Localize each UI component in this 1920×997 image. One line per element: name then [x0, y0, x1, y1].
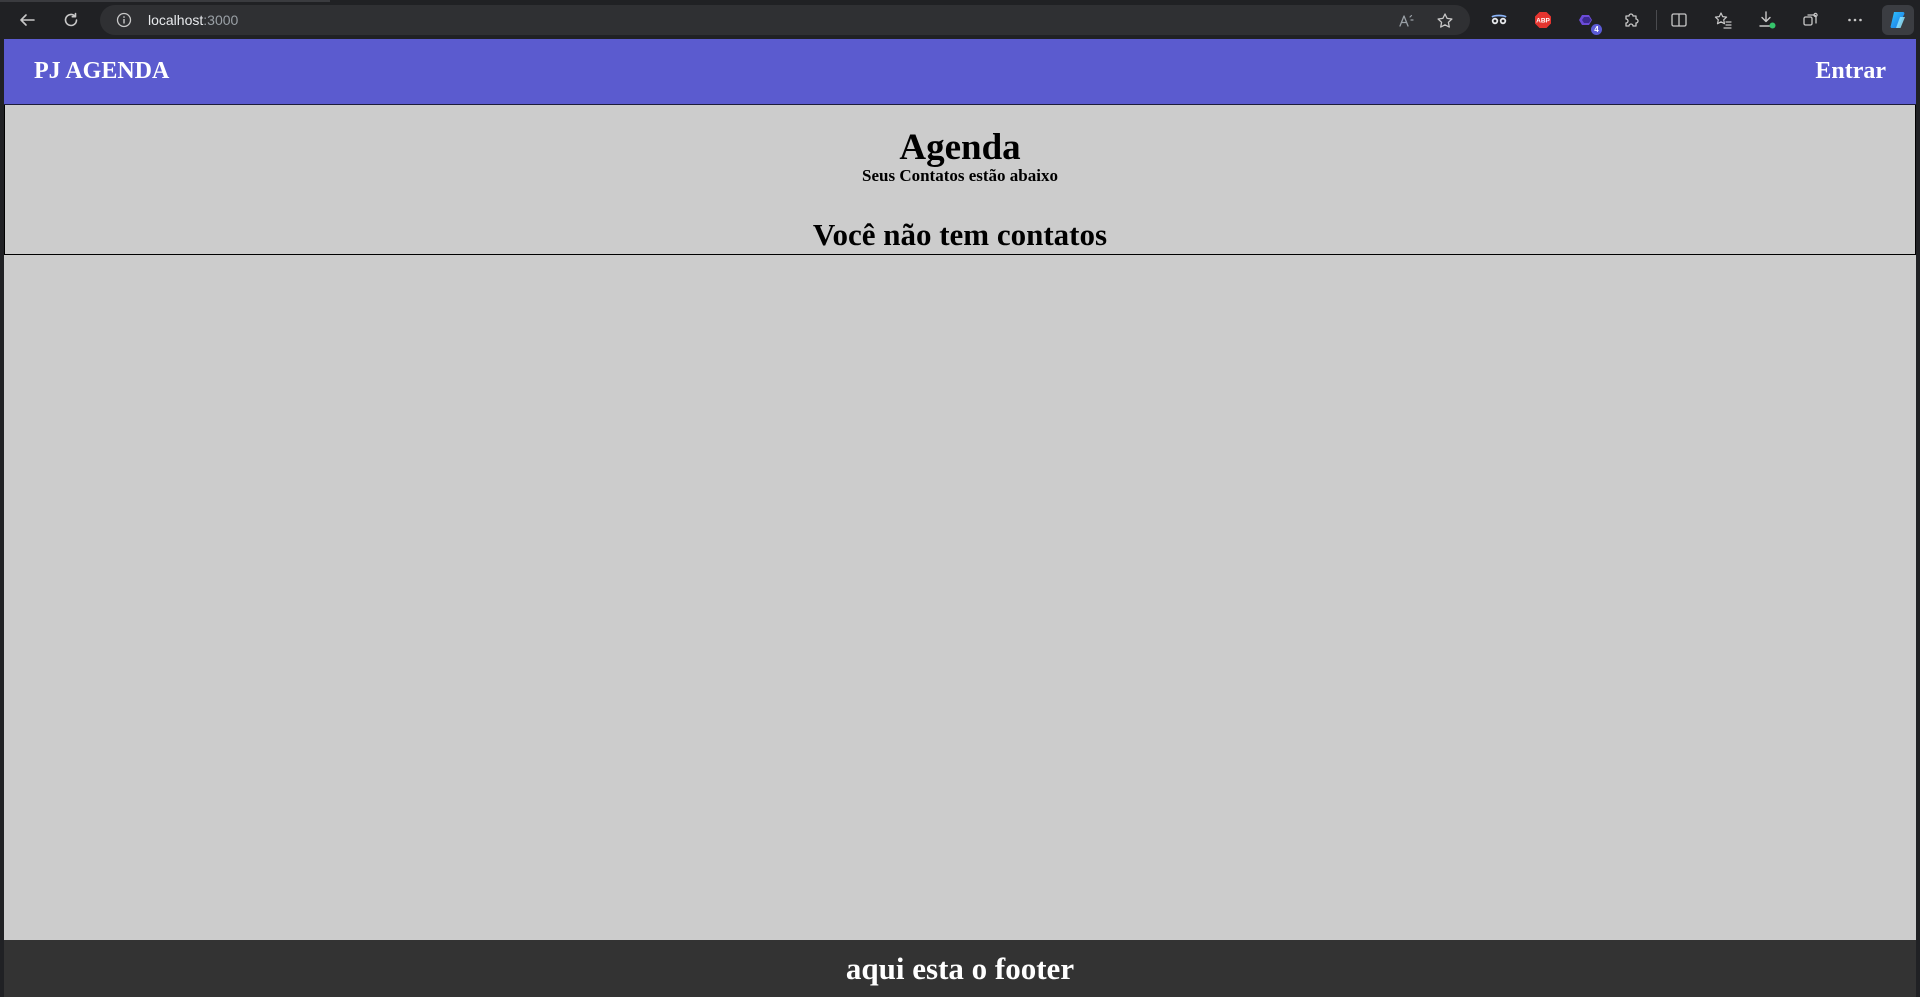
agenda-section: Agenda Seus Contatos estão abaixo Você n…	[4, 105, 1916, 255]
add-favorite-button[interactable]	[1434, 10, 1456, 32]
info-icon[interactable]	[116, 12, 132, 28]
adblock-plus-button[interactable]: ABP	[1531, 8, 1555, 32]
collections-button[interactable]	[1799, 8, 1823, 32]
page-viewport: PJ AGENDA Entrar Agenda Seus Contatos es…	[4, 39, 1916, 997]
brand-title[interactable]: PJ AGENDA	[34, 58, 169, 85]
extensions-button[interactable]	[1619, 8, 1643, 32]
back-arrow-icon	[20, 14, 35, 26]
active-tab-indicator	[0, 0, 330, 2]
empty-contacts-message: Você não tem contatos	[812, 217, 1108, 252]
split-screen-button[interactable]	[1667, 8, 1691, 32]
downloads-button[interactable]	[1755, 8, 1779, 32]
login-link[interactable]: Entrar	[1815, 58, 1886, 85]
glasses-extension-button[interactable]	[1487, 8, 1511, 32]
adblock-plus-icon: ABP	[1535, 12, 1551, 28]
download-icon	[1759, 11, 1776, 29]
reload-button[interactable]	[58, 7, 84, 33]
collections-icon	[1803, 12, 1818, 26]
star-icon	[1437, 13, 1453, 28]
extension-badge: 4	[1591, 24, 1602, 35]
read-aloud-icon	[1399, 14, 1414, 27]
split-screen-icon	[1671, 13, 1687, 27]
back-button[interactable]	[14, 7, 40, 33]
page-subtitle: Seus Contatos estão abaixo	[862, 166, 1058, 185]
favorites-button[interactable]	[1711, 8, 1735, 32]
app-header: PJ AGENDA Entrar	[4, 39, 1916, 105]
url-port: :3000	[203, 12, 239, 28]
svg-text:ABP: ABP	[1536, 18, 1550, 25]
address-bar[interactable]: localhost:3000	[100, 5, 1470, 35]
browser-toolbar: localhost:3000 ABP 4	[0, 0, 1920, 39]
reload-icon	[64, 12, 78, 27]
page-title: Agenda	[899, 127, 1021, 168]
favorites-icon	[1714, 12, 1732, 29]
glasses-extension-icon	[1491, 14, 1507, 25]
more-button[interactable]	[1843, 8, 1867, 32]
toolbar-separator	[1656, 10, 1657, 30]
puzzle-icon	[1625, 13, 1639, 27]
copilot-icon	[1890, 12, 1905, 28]
shape-extension-button[interactable]: 4	[1575, 8, 1602, 35]
url-text[interactable]: localhost:3000	[148, 12, 238, 28]
footer-text: aqui esta o footer	[845, 951, 1075, 986]
more-icon	[1848, 18, 1862, 22]
url-host: localhost	[148, 12, 204, 28]
read-aloud-button[interactable]	[1396, 10, 1418, 32]
app-footer: aqui esta o footer	[4, 940, 1916, 997]
copilot-button[interactable]	[1882, 5, 1914, 35]
